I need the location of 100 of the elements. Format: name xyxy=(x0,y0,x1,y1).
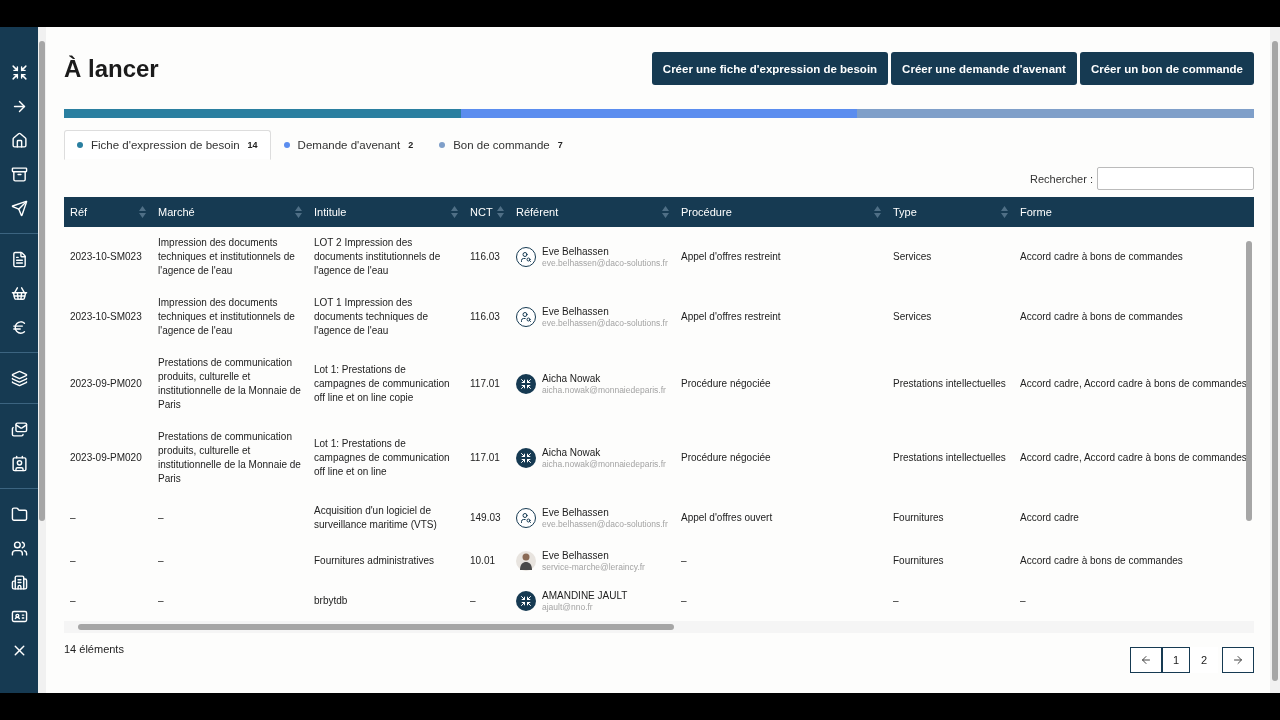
home-icon[interactable] xyxy=(10,131,28,149)
person-name: Eve Belhassen xyxy=(542,306,610,318)
table-cell-text: Accord cadre à bons de commandes xyxy=(1019,554,1184,568)
person-name: Aicha Nowak xyxy=(542,373,602,385)
column-title: Procédure xyxy=(681,206,732,218)
basket-icon[interactable] xyxy=(10,284,28,302)
table-cell-text: – xyxy=(157,554,165,568)
table-cell: Services xyxy=(887,227,1014,287)
table-cell-text: Accord cadre xyxy=(1019,511,1080,525)
building-icon[interactable] xyxy=(10,573,28,591)
table-cell-text: brbytdb xyxy=(313,594,349,608)
create-button[interactable]: Créer une demande d'avenant xyxy=(891,52,1077,85)
table-cell-text: – xyxy=(680,554,688,568)
person-name: Eve Belhassen xyxy=(542,550,610,562)
column-title: NCT xyxy=(470,206,493,218)
table-cell-text: Acquisition d'un logiciel de surveillance maritime (VTS) xyxy=(313,504,438,532)
column-header[interactable]: NCT xyxy=(464,197,510,227)
table-cell-text: 2023-09-PM020 xyxy=(69,377,143,391)
arrow-right-icon xyxy=(1232,654,1244,666)
table-cell-text: Accord cadre, Accord cadre à bons de commandes xyxy=(1019,451,1248,465)
euro-icon[interactable] xyxy=(10,318,28,336)
table-cell: Appel d'offres restreint xyxy=(675,227,887,287)
layers-icon[interactable] xyxy=(10,369,28,387)
tab[interactable]: Fiche d'expression de besoin 14 xyxy=(64,130,271,160)
table-cell-text: Procédure négociée xyxy=(680,377,772,391)
tab[interactable]: Bon de commande 7 xyxy=(426,130,576,160)
person-name: Eve Belhassen xyxy=(542,507,610,519)
column-header[interactable]: Référent xyxy=(510,197,675,227)
tab-count: 7 xyxy=(557,140,563,150)
column-title: Intitule xyxy=(314,206,347,218)
person-email: eve.belhassen@daco-solutions.fr xyxy=(542,318,668,328)
contact-icon[interactable] xyxy=(10,454,28,472)
search-field[interactable] xyxy=(1097,167,1254,190)
column-header[interactable]: Type xyxy=(887,197,1014,227)
table-cell: LOT 2 Impression des documents institutionnels de l'agence de l'eau xyxy=(308,227,464,287)
table-cell: Impression des documents techniques et institutionnels de l'agence de l'eau xyxy=(152,227,308,287)
table-cell-text: LOT 1 Impression des documents techniques de l'agence de l'eau xyxy=(313,296,429,338)
tab-count: 14 xyxy=(247,140,258,150)
table-cell-text: Services xyxy=(892,310,933,324)
table-cell-text: – xyxy=(157,511,165,525)
column-header[interactable]: Intitule xyxy=(308,197,464,227)
table-cell: 116.03 xyxy=(464,227,510,287)
table-cell-text: Impression des documents techniques et institutionnels de l'agence de l'eau xyxy=(157,296,296,338)
tab-label: Demande d'avenant xyxy=(297,139,401,151)
tab[interactable]: Demande d'avenant 2 xyxy=(270,130,427,160)
next-page-button[interactable] xyxy=(1222,647,1254,673)
create-button[interactable]: Créer une fiche d'expression de besoin xyxy=(651,52,889,85)
table-cell-text: Prestations de communication produits, culturelle et institutionnelle de la Monnaie de Paris xyxy=(157,430,302,486)
tab-count: 2 xyxy=(408,140,414,150)
mail-icon[interactable] xyxy=(10,420,28,438)
person-email: eve.belhassen@daco-solutions.fr xyxy=(542,519,668,529)
column-title: Marché xyxy=(158,206,195,218)
table-cell: Accord cadre à bons de commandes xyxy=(1014,227,1254,287)
table-cell-text: – xyxy=(680,594,688,608)
people-icon[interactable] xyxy=(10,539,28,557)
table-cell-text: 2023-10-SM023 xyxy=(69,310,143,324)
table-cell-text: Appel d'offres ouvert xyxy=(680,511,774,525)
arrow-left-icon xyxy=(1140,654,1152,666)
table-cell-text: – xyxy=(1019,594,1027,608)
column-header[interactable]: Procédure xyxy=(675,197,887,227)
previous-page-button[interactable] xyxy=(1130,647,1162,673)
document-icon[interactable] xyxy=(10,250,28,268)
column-title: Réf xyxy=(70,206,88,218)
table-cell-text: – xyxy=(157,594,165,608)
collapse-icon[interactable] xyxy=(10,63,28,81)
table-cell-text: Appel d'offres restreint xyxy=(680,310,782,324)
table-cell: 2023-10-SM023 xyxy=(64,227,152,287)
column-header[interactable]: Réf xyxy=(64,197,152,227)
table-cell-text: – xyxy=(69,594,77,608)
table-cell-text: Lot 1: Prestations de campagnes de communication off line et on line copie xyxy=(313,363,451,405)
archive-icon[interactable] xyxy=(10,165,28,183)
element-count: 14 éléments xyxy=(64,643,124,657)
table-cell-text: – xyxy=(69,554,77,568)
column-header[interactable]: Forme xyxy=(1014,197,1254,227)
send-icon[interactable] xyxy=(10,199,28,217)
tab-label: Bon de commande xyxy=(453,139,550,151)
table-cell-text: 117.01 xyxy=(469,451,501,465)
table-cell-text: Lot 1: Prestations de campagnes de communication off line et on line xyxy=(313,437,451,479)
table-cell-text: Procédure négociée xyxy=(680,451,772,465)
table-cell-text: 149.03 xyxy=(469,511,502,525)
page-button[interactable]: 1 xyxy=(1162,647,1190,673)
person-name: Aicha Nowak xyxy=(542,447,602,459)
table-cell-text: Fournitures xyxy=(892,511,945,525)
column-title: Forme xyxy=(1020,206,1052,218)
person-name: AMANDINE JAULT xyxy=(542,590,628,602)
scrollbar[interactable] xyxy=(38,27,46,693)
create-button[interactable]: Créer un bon de commande xyxy=(1079,52,1254,85)
person-email: ajault@nno.fr xyxy=(542,602,594,612)
scrollbar[interactable] xyxy=(1270,27,1280,693)
table-cell-text: Fournitures xyxy=(892,554,945,568)
table-cell-text: – xyxy=(469,594,477,608)
folder-icon[interactable] xyxy=(10,505,28,523)
tab-label: Fiche d'expression de besoin xyxy=(91,139,240,151)
person-email: eve.belhassen@daco-solutions.fr xyxy=(542,258,668,268)
table-cell-text: Prestations de communication produits, culturelle et institutionnelle de la Monnaie de Paris xyxy=(157,356,302,412)
scrollbar[interactable] xyxy=(64,621,1254,633)
search-label: Rechercher : xyxy=(1030,172,1093,185)
person-email: service-marche@leraincy.fr xyxy=(542,562,645,572)
table-cell-text: Accord cadre à bons de commandes xyxy=(1019,310,1184,324)
column-header[interactable]: Marché xyxy=(152,197,308,227)
